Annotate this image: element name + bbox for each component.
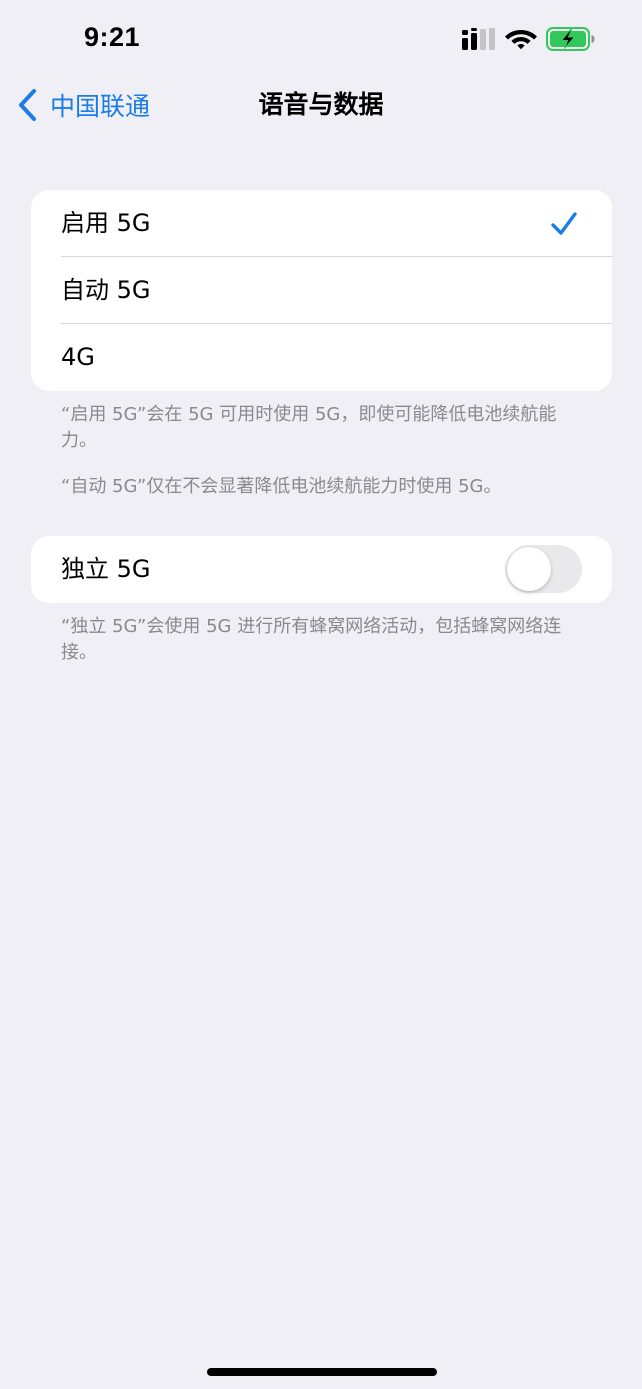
network-mode-group: 启用 5G 自动 5G 4G [31,190,612,391]
status-time: 9:21 [84,22,141,52]
option-4g[interactable]: 4G [31,324,612,391]
cellular-signal-icon [462,28,495,50]
toggle-knob [507,547,551,591]
option-label: 启用 5G [61,209,151,237]
navigation-bar: 语音与数据 中国联通 [0,78,642,132]
status-bar: 9:21 [0,0,642,70]
option-label: 4G [61,343,95,371]
chevron-left-icon [19,89,36,121]
home-indicator[interactable] [207,1368,437,1376]
enable-5g-description: “启用 5G”会在 5G 可用时使用 5G，即使可能降低电池续航能力。 [61,404,557,451]
checkmark-icon [551,212,577,235]
standalone-5g-row: 独立 5G [31,536,612,603]
standalone-5g-group: 独立 5G [31,536,612,603]
option-label: 自动 5G [61,276,151,304]
back-button-label: 中国联通 [50,92,151,121]
standalone-5g-description: “独立 5G”会使用 5G 进行所有蜂窝网络活动，包括蜂窝网络连接。 [61,616,562,663]
auto-5g-description: “自动 5G”仅在不会显著降低电池续航能力时使用 5G。 [61,476,502,497]
option-enable-5g[interactable]: 启用 5G [31,190,612,257]
standalone-5g-label: 独立 5G [61,555,151,583]
standalone-5g-toggle[interactable] [505,545,582,593]
wifi-icon [505,30,537,50]
back-button[interactable]: 中国联通 [16,78,150,132]
option-auto-5g[interactable]: 自动 5G [31,257,612,324]
battery-charging-icon [546,27,595,51]
